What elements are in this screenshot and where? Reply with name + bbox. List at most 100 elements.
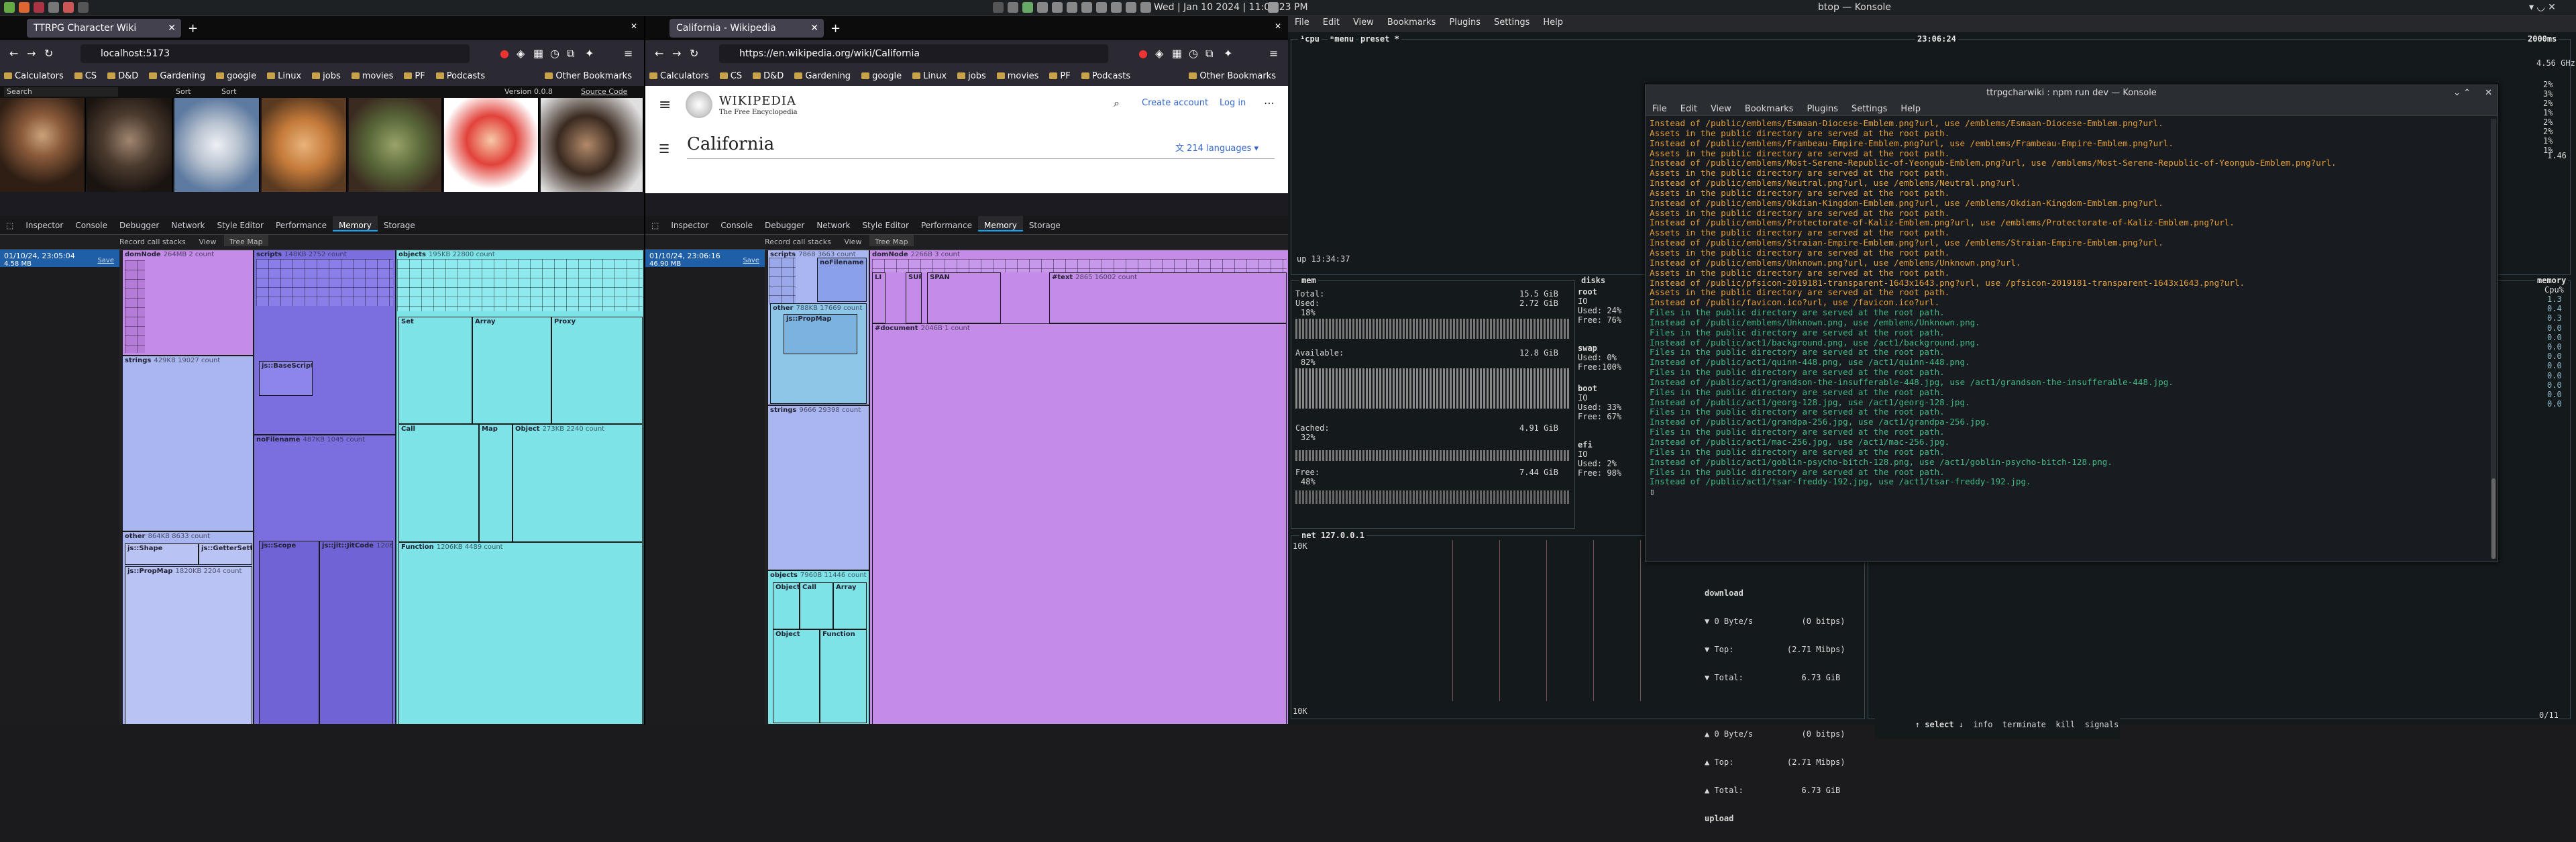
create-account-link[interactable]: Create account (1142, 98, 1208, 108)
bookmark-pf[interactable]: PF (1049, 71, 1070, 81)
window-controls[interactable]: ▾ ◡ ✕ (2529, 2, 2556, 14)
treemap-node[interactable]: #text 2865 16002 count (1049, 272, 1287, 323)
treemap-node[interactable]: strings 429KB 19027 count (122, 356, 254, 531)
tab-style-editor[interactable]: Style Editor (856, 216, 914, 230)
shield-icon[interactable]: ◈ (1155, 47, 1163, 60)
close-window-icon[interactable]: ✕ (631, 21, 637, 31)
toc-icon[interactable]: ☰ (659, 142, 669, 156)
tab-performance[interactable]: Performance (915, 216, 978, 230)
treemap-node[interactable]: strings 9666 29398 count (767, 405, 869, 570)
tab-california[interactable]: California - Wikipedia ✕ (669, 19, 824, 38)
menu-file[interactable]: File (1295, 17, 1309, 28)
extensions-icon[interactable]: ✦ (1224, 47, 1232, 60)
close-icon[interactable]: ✕ (168, 19, 176, 38)
scrollbar-thumb[interactable] (2491, 478, 2496, 559)
treemap-node[interactable]: SPAN (927, 272, 1001, 323)
menu-help[interactable]: Help (1543, 17, 1563, 28)
tab-storage[interactable]: Storage (378, 216, 421, 230)
portrait-3[interactable] (174, 98, 260, 192)
back-icon[interactable]: ← (9, 47, 18, 60)
portrait-2[interactable] (87, 98, 173, 192)
tab-console[interactable]: Console (714, 216, 759, 230)
bookmark-d-d[interactable]: D&D (107, 71, 138, 81)
tab-memory[interactable]: Memory (333, 216, 378, 231)
bookmark-linux[interactable]: Linux (912, 71, 947, 81)
tab-style-editor[interactable]: Style Editor (211, 216, 269, 230)
bookmark-google[interactable]: google (861, 71, 902, 81)
view-select[interactable]: Tree Map (223, 235, 268, 246)
bookmark-calculators[interactable]: Calculators (649, 71, 709, 81)
treemap-node[interactable]: js::Shape (125, 543, 199, 565)
pick-element-icon[interactable]: ⬚ (645, 216, 665, 230)
menu-edit[interactable]: Edit (1680, 104, 1697, 114)
wiki-logo[interactable]: WIKIPEDIA (719, 94, 796, 108)
more-icon[interactable]: ⋯ (1264, 97, 1275, 109)
bookmark-linux[interactable]: Linux (267, 71, 301, 81)
menu-help[interactable]: Help (1900, 104, 1921, 114)
bookmark-gardening[interactable]: Gardening (794, 71, 851, 81)
treemap-node[interactable]: noFilename (817, 258, 867, 302)
bookmark-cs[interactable]: CS (720, 71, 742, 81)
select-key[interactable]: ↑ select ↓ (1915, 720, 1964, 729)
tab-debugger[interactable]: Debugger (113, 216, 165, 230)
login-link[interactable]: Log in (1220, 98, 1246, 108)
library-icon[interactable]: ⧉ (567, 47, 574, 60)
forward-icon[interactable]: → (27, 47, 36, 60)
portrait-7[interactable] (541, 98, 644, 192)
treemap-node[interactable]: Set (398, 317, 472, 424)
launcher-icons[interactable] (4, 2, 93, 14)
forward-icon[interactable]: → (672, 47, 681, 60)
tab-debugger[interactable]: Debugger (759, 216, 810, 230)
tab-network[interactable]: Network (165, 216, 211, 230)
cpu-tab[interactable]: ¹cpu (1298, 34, 1322, 44)
treemap-node[interactable]: js::BaseScript (259, 361, 313, 396)
menu-view[interactable]: View (1353, 17, 1374, 28)
minimize-icon[interactable]: ⌄ ⌃ (2453, 85, 2471, 101)
treemap-node[interactable]: Object (773, 629, 820, 723)
treemap-node[interactable]: SUP (906, 272, 922, 323)
menu-plugins[interactable]: Plugins (1807, 104, 1838, 114)
extensions-icon[interactable]: ✦ (585, 47, 594, 60)
menu-bookmarks[interactable]: Bookmarks (1745, 104, 1794, 114)
signals-key[interactable]: signals (2085, 720, 2119, 729)
back-icon[interactable]: ← (655, 47, 663, 60)
bookmark-d-d[interactable]: D&D (753, 71, 784, 81)
bookmark-movies[interactable]: movies (997, 71, 1039, 81)
languages-button[interactable]: 文 214 languages ▾ (1175, 141, 1258, 154)
bookmark-podcasts[interactable]: Podcasts (436, 71, 485, 81)
library-icon[interactable]: ⧉ (1205, 47, 1213, 60)
npm-terminal-output[interactable]: Instead of /public/emblems/Esmaan-Dioces… (1650, 119, 2488, 559)
menu-plugins[interactable]: Plugins (1449, 17, 1481, 28)
view-select[interactable]: Tree Map (869, 235, 914, 246)
search-input[interactable]: Search (4, 87, 118, 97)
kill-key[interactable]: kill (2055, 720, 2075, 729)
treemap-node[interactable]: js::Scope (259, 541, 319, 725)
refresh-rate[interactable]: 2000ms (2526, 34, 2559, 44)
tab-inspector[interactable]: Inspector (19, 216, 69, 230)
bookmark-gardening[interactable]: Gardening (149, 71, 205, 81)
close-icon[interactable]: ✕ (810, 19, 818, 38)
treemap-node[interactable]: Proxy (551, 317, 643, 424)
bookmark-calculators[interactable]: Calculators (4, 71, 64, 81)
portrait-5[interactable] (349, 98, 443, 192)
tab-performance[interactable]: Performance (270, 216, 333, 230)
portrait-6[interactable] (444, 98, 539, 192)
tab-console[interactable]: Console (69, 216, 113, 230)
tab-storage[interactable]: Storage (1023, 216, 1067, 230)
treemap-node[interactable]: Call (800, 582, 833, 629)
url-input[interactable]: localhost:5173 (80, 44, 470, 63)
hamburger-icon[interactable]: ≡ (659, 97, 671, 113)
url-input[interactable]: https://en.wikipedia.org/wiki/California (719, 44, 1108, 63)
menu-settings[interactable]: Settings (1494, 17, 1529, 28)
menu-icon[interactable]: ≡ (1269, 47, 1278, 60)
bookmark-jobs[interactable]: jobs (957, 71, 986, 81)
menu-view[interactable]: View (1711, 104, 1731, 114)
bookmark-movies[interactable]: movies (352, 71, 394, 81)
tab-memory[interactable]: Memory (978, 216, 1023, 231)
extension-icon[interactable]: ● (500, 47, 509, 60)
portrait-1[interactable] (0, 98, 86, 192)
sort-select-2[interactable]: Sort (221, 87, 237, 96)
info-key[interactable]: info (1974, 720, 1993, 729)
treemap-node[interactable]: Function (820, 629, 867, 723)
grid-icon[interactable]: ▦ (533, 47, 543, 60)
